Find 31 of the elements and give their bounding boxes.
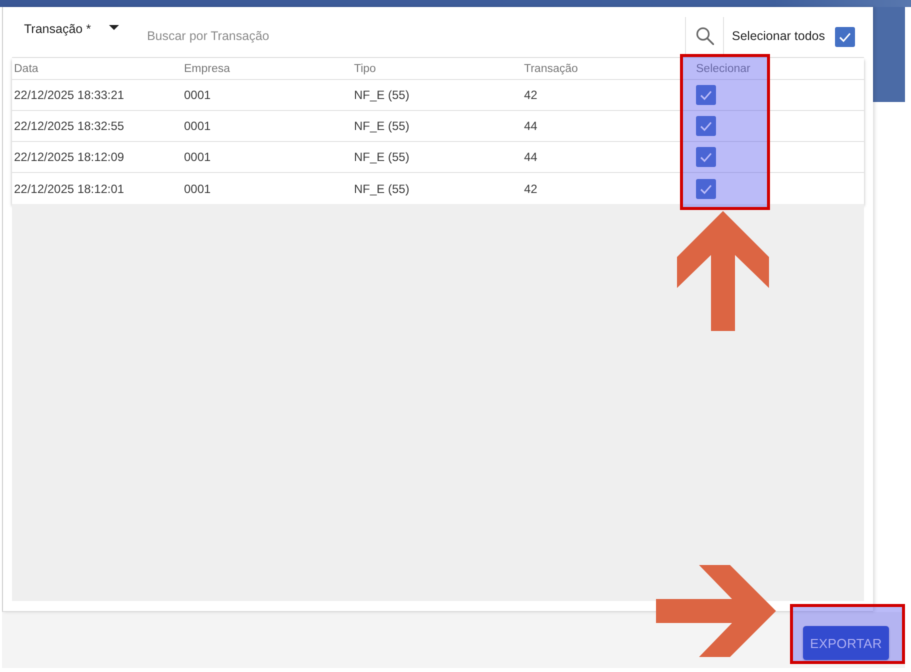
- row-checkbox[interactable]: [696, 116, 716, 136]
- column-header: Selecionar: [696, 62, 750, 74]
- table-cell: NF_E (55): [354, 119, 410, 133]
- column-header: Empresa: [184, 62, 230, 74]
- row-checkbox[interactable]: [696, 178, 716, 198]
- search-field[interactable]: Buscar por Transação: [146, 24, 685, 48]
- table-cell: NF_E (55): [354, 150, 410, 164]
- table-cell: 0001: [184, 119, 211, 133]
- column-header: Transação: [524, 62, 578, 74]
- table-cell: 22/12/2025 18:32:55: [14, 119, 124, 133]
- table-cell: 0001: [184, 182, 211, 196]
- table-cell: 0001: [184, 150, 211, 164]
- row-checkbox[interactable]: [696, 85, 716, 105]
- table-cell: 44: [524, 119, 538, 133]
- select-all-checkbox[interactable]: [835, 27, 855, 47]
- column-header: Tipo: [354, 62, 376, 74]
- table-cell: 44: [524, 150, 538, 164]
- table-cell: NF_E (55): [354, 88, 410, 102]
- table-cell: 0001: [184, 88, 211, 102]
- search-icon[interactable]: [696, 27, 714, 45]
- column-header: Data: [14, 62, 38, 74]
- table-cell: NF_E (55): [354, 182, 410, 196]
- table-cell: 22/12/2025 18:12:09: [14, 150, 124, 164]
- caret-icon[interactable]: [108, 25, 119, 30]
- row-checkbox[interactable]: [696, 147, 716, 167]
- table-cell: 42: [524, 182, 538, 196]
- table-cell: 22/12/2025 18:33:21: [14, 88, 124, 102]
- filter-dropdown[interactable]: Transação *: [12, 7, 125, 36]
- table-cell: 22/12/2025 18:12:01: [14, 182, 124, 196]
- table-cell: 42: [524, 88, 538, 102]
- select-all-label[interactable]: Selecionar todos: [732, 29, 825, 43]
